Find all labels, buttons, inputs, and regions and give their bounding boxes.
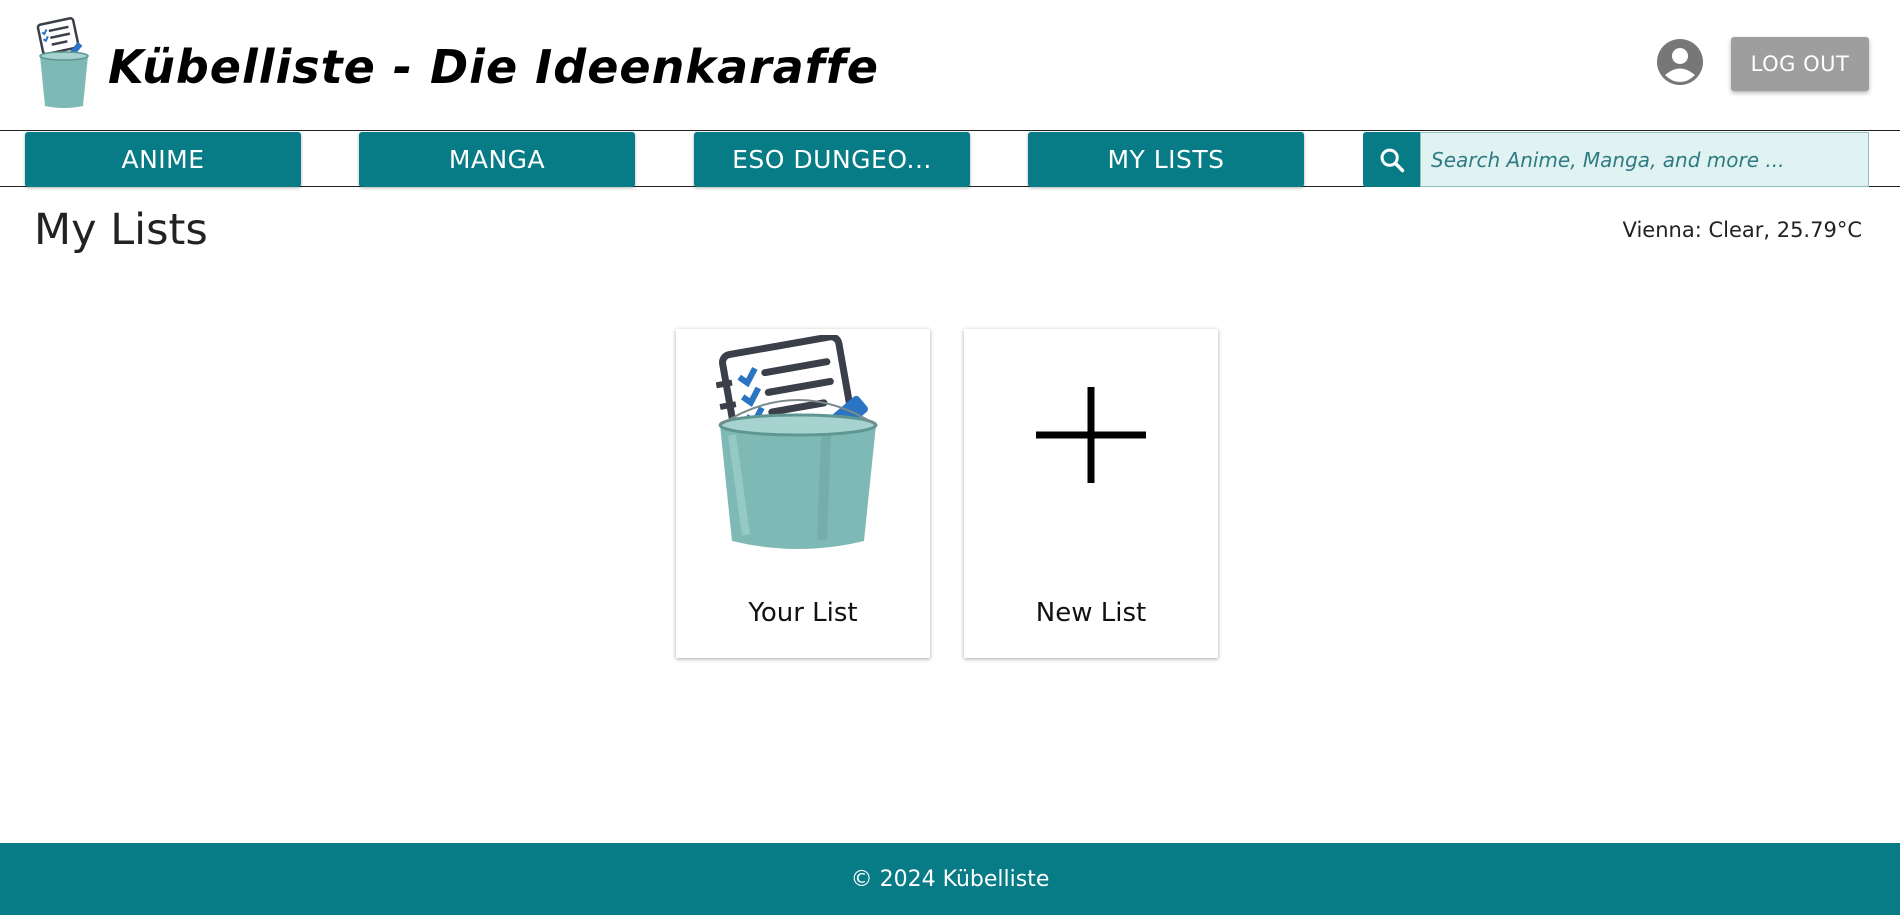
page-title: My Lists: [34, 205, 208, 255]
search-icon: [1380, 148, 1404, 172]
site-title: Kübelliste - Die Ideenkaraffe: [108, 40, 879, 94]
list-card-your-list[interactable]: Your List: [676, 329, 930, 658]
nav-tab-eso-dungeons[interactable]: ESO DUNGEO...: [694, 132, 970, 187]
logout-button[interactable]: LOG OUT: [1731, 37, 1869, 91]
search-bar: [1363, 132, 1869, 187]
list-card-new-list[interactable]: New List: [964, 329, 1218, 658]
weather-status: Vienna: Clear, 25.79°C: [1622, 218, 1862, 242]
card-label: Your List: [748, 598, 858, 628]
nav-tab-my-lists[interactable]: MY LISTS: [1028, 132, 1304, 187]
card-label: New List: [1035, 598, 1147, 628]
search-input[interactable]: [1420, 132, 1869, 187]
copyright-text: © 2024 Kübelliste: [850, 866, 1050, 892]
nav-bar: ANIME MANGA ESO DUNGEO... MY LISTS: [0, 130, 1900, 187]
plus-icon: [1036, 387, 1146, 483]
nav-tab-anime[interactable]: ANIME: [25, 132, 301, 187]
header: Kübelliste - Die Ideenkaraffe LOG OUT: [0, 0, 1900, 130]
bucket-list-icon[interactable]: [34, 16, 94, 110]
search-button[interactable]: [1363, 132, 1420, 187]
account-circle-icon[interactable]: [1656, 38, 1704, 86]
nav-tab-manga[interactable]: MANGA: [359, 132, 635, 187]
footer: © 2024 Kübelliste: [0, 843, 1900, 915]
bucket-list-icon: [715, 335, 878, 549]
